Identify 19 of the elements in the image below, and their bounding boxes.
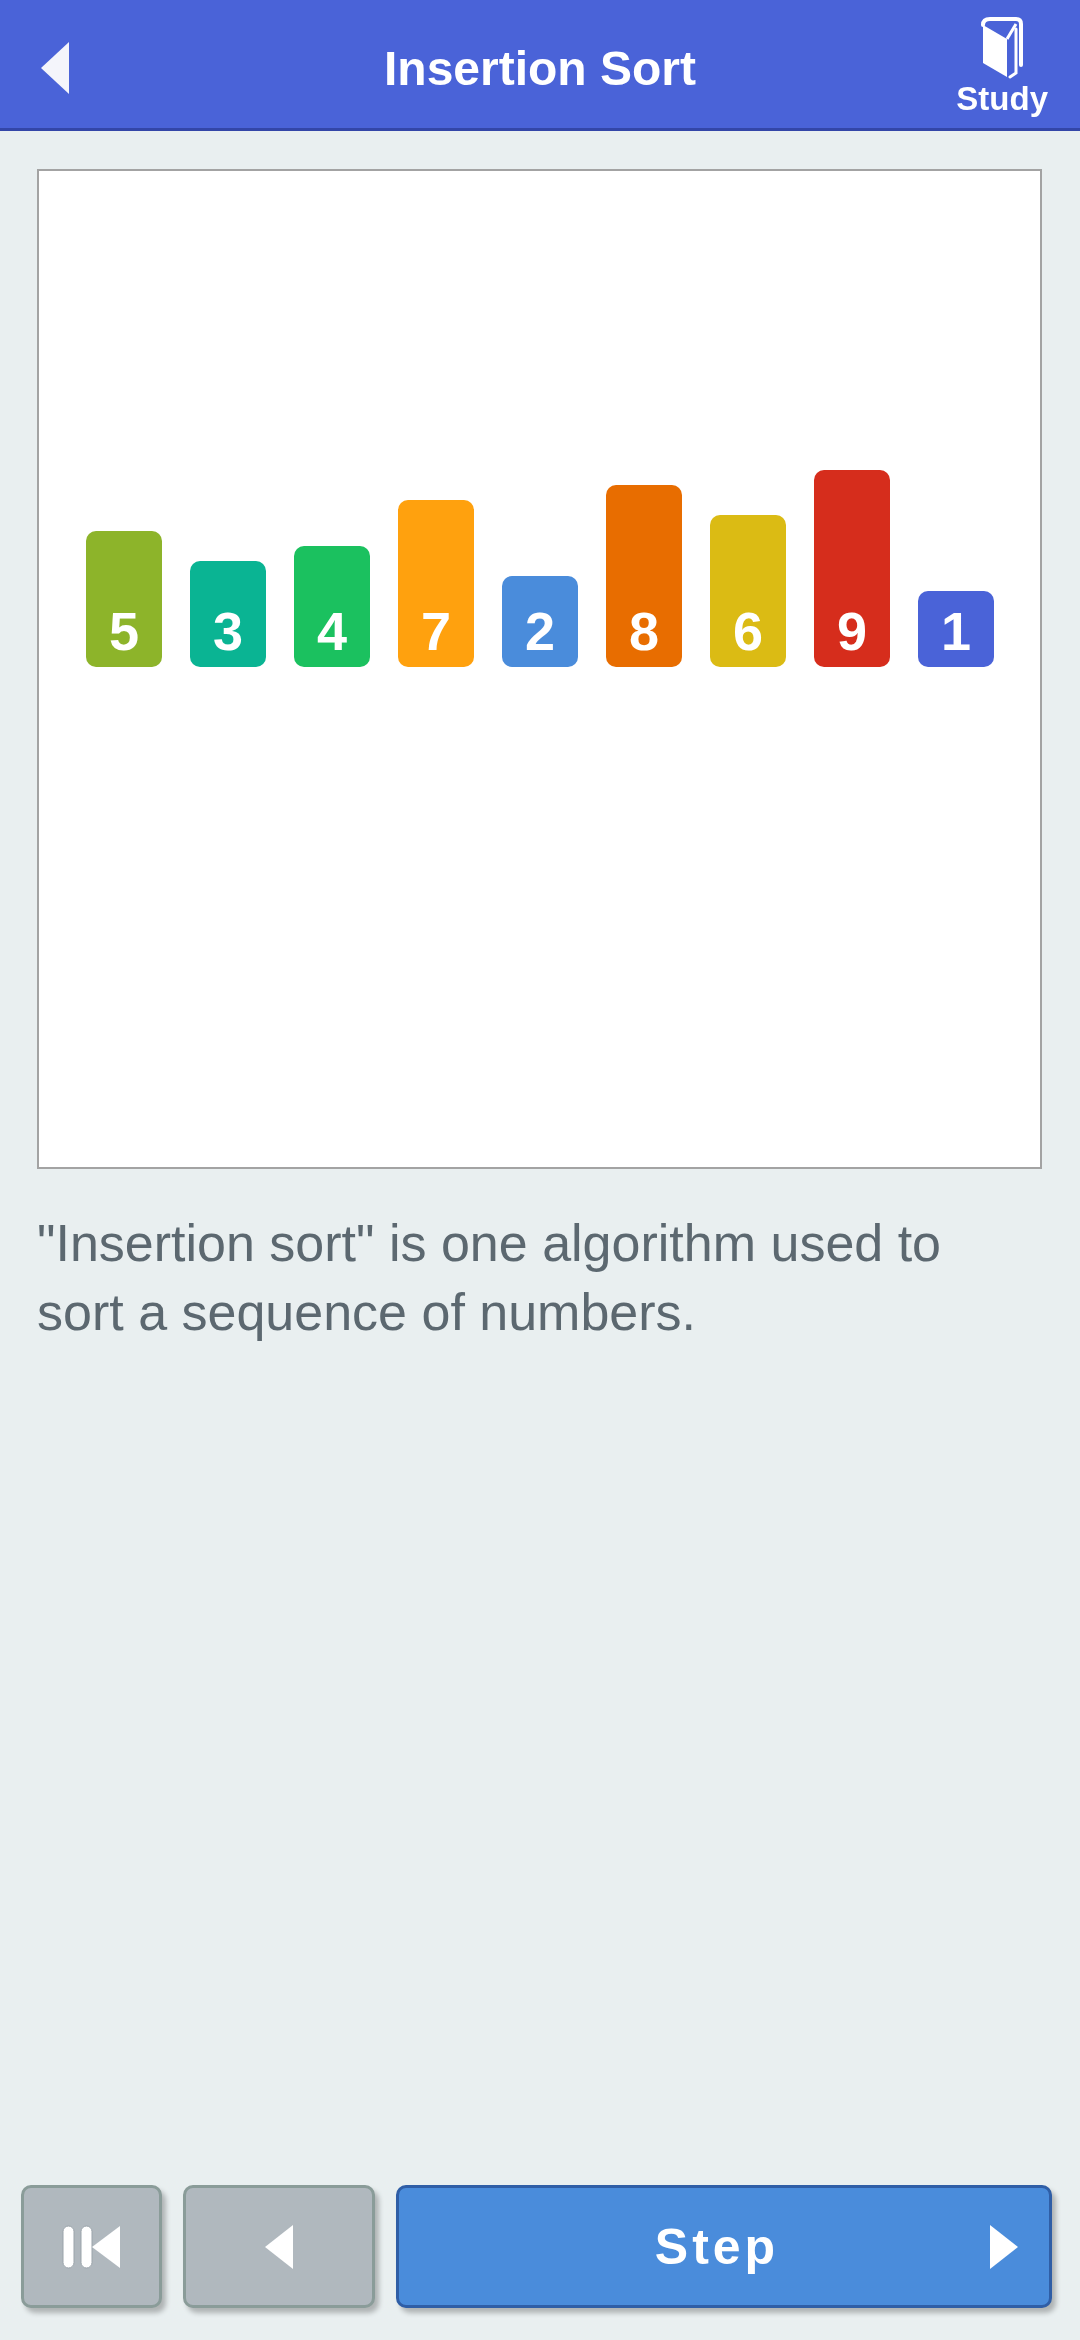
book-icon	[980, 17, 1025, 79]
bar-value: 3	[212, 604, 243, 658]
step-button[interactable]: Step	[396, 2185, 1052, 2308]
bar-value: 9	[836, 604, 867, 658]
bar-value: 8	[628, 604, 659, 658]
bar-value: 2	[524, 604, 555, 658]
page-title: Insertion Sort	[384, 40, 696, 96]
skip-back-icon	[62, 2224, 121, 2269]
description-text: "Insertion sort" is one algorithm used to sort a sequence of numbers.	[37, 1213, 943, 1343]
left-triangle-icon	[265, 2224, 293, 2269]
back-icon	[41, 42, 69, 94]
bar-value: 1	[940, 604, 971, 658]
study-button[interactable]: Study	[956, 17, 1048, 117]
bar-value: 5	[108, 604, 139, 658]
bar-value: 6	[732, 604, 763, 658]
back-button[interactable]	[41, 42, 69, 94]
bar-value: 7	[420, 604, 451, 658]
bar-value: 4	[316, 604, 347, 658]
right-triangle-icon	[990, 2224, 1018, 2269]
